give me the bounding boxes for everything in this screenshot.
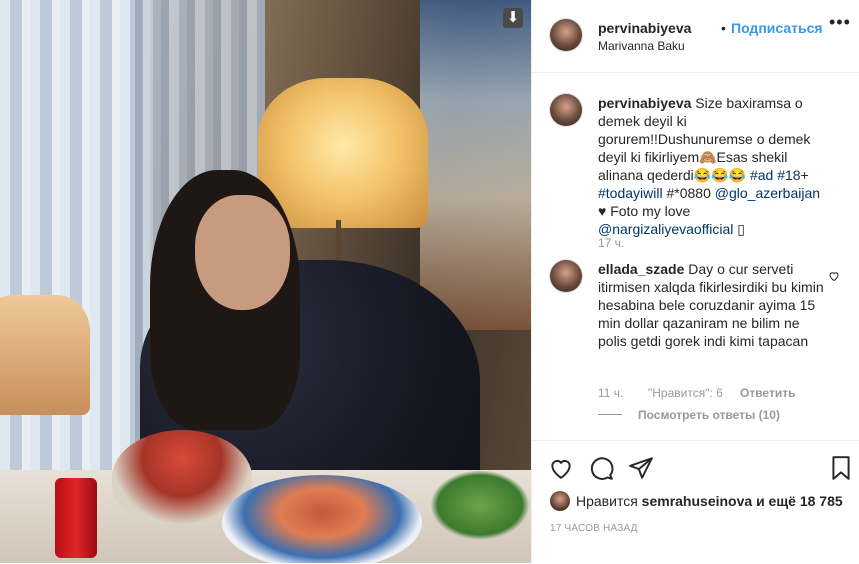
header-dot: • [721, 20, 726, 36]
liker-username[interactable]: semrahuseinova [642, 493, 753, 509]
reply-button[interactable]: Ответить [740, 386, 795, 400]
comment-text: ellada_szade Day o cur serveti itirmisen… [598, 260, 828, 350]
background-wall [420, 0, 531, 330]
location-link[interactable]: Marivanna Baku [598, 39, 685, 53]
hashtag-todayiwill[interactable]: #todayiwill [598, 185, 663, 201]
likes-count[interactable]: и ещё 18 785 [756, 493, 843, 509]
hashtag-18[interactable]: #18+ [777, 167, 809, 183]
follow-button[interactable]: Подписаться [731, 20, 823, 36]
post-time[interactable]: 17 ЧАСОВ НАЗАД [550, 523, 638, 534]
salad-plate [222, 475, 422, 563]
caption-end: ▯ [737, 221, 745, 237]
share-icon[interactable] [628, 455, 654, 481]
liker-avatar[interactable] [550, 491, 570, 511]
lamp-shade [258, 78, 428, 228]
green-onions [430, 470, 530, 540]
comment-icon[interactable] [588, 455, 614, 481]
view-replies-button[interactable]: Посмотреть ответы (10) [638, 408, 780, 422]
post-sidebar: pervinabiyeva • Подписаться Marivanna Ba… [531, 0, 859, 563]
more-options-icon[interactable]: ••• [829, 12, 851, 33]
person-face [195, 195, 290, 310]
caption-time[interactable]: 17 ч. [598, 236, 624, 250]
comment-likes[interactable]: "Нравится": 6 [648, 386, 723, 400]
hashtag-ad[interactable]: #ad [750, 167, 773, 183]
caption-code: #*0880 [666, 185, 711, 201]
heart-icon[interactable] [548, 455, 574, 481]
author-avatar[interactable] [550, 19, 582, 51]
commenter-username[interactable]: ellada_szade [598, 261, 684, 277]
download-icon[interactable]: ⬇ [503, 8, 523, 28]
mention-glo[interactable]: @glo_azerbaijan [715, 185, 820, 201]
comment-time[interactable]: 11 ч. [598, 386, 623, 400]
caption-avatar[interactable] [550, 94, 582, 126]
likes-prefix: Нравится [576, 493, 638, 509]
post-photo[interactable]: ⬇ [0, 0, 531, 563]
red-device [55, 478, 97, 558]
caption-username[interactable]: pervinabiyeva [598, 95, 691, 111]
bookmark-icon[interactable] [828, 455, 854, 481]
author-username[interactable]: pervinabiyeva [598, 20, 691, 36]
caption-body-2: ♥ Foto my love [598, 203, 691, 219]
comment-like-icon[interactable] [828, 270, 840, 282]
left-lamp [0, 295, 90, 415]
caption-text: pervinabiyeva Size baxiramsa o demek dey… [598, 94, 828, 238]
post-header: pervinabiyeva • Подписаться Marivanna Ba… [532, 0, 859, 73]
replies-divider [598, 414, 622, 415]
post-actions: Нравится semrahuseinova и ещё 18 785 17 … [532, 440, 859, 564]
mention-nargiz[interactable]: @nargizaliyevaofficial [598, 221, 733, 237]
commenter-avatar[interactable] [550, 260, 582, 292]
